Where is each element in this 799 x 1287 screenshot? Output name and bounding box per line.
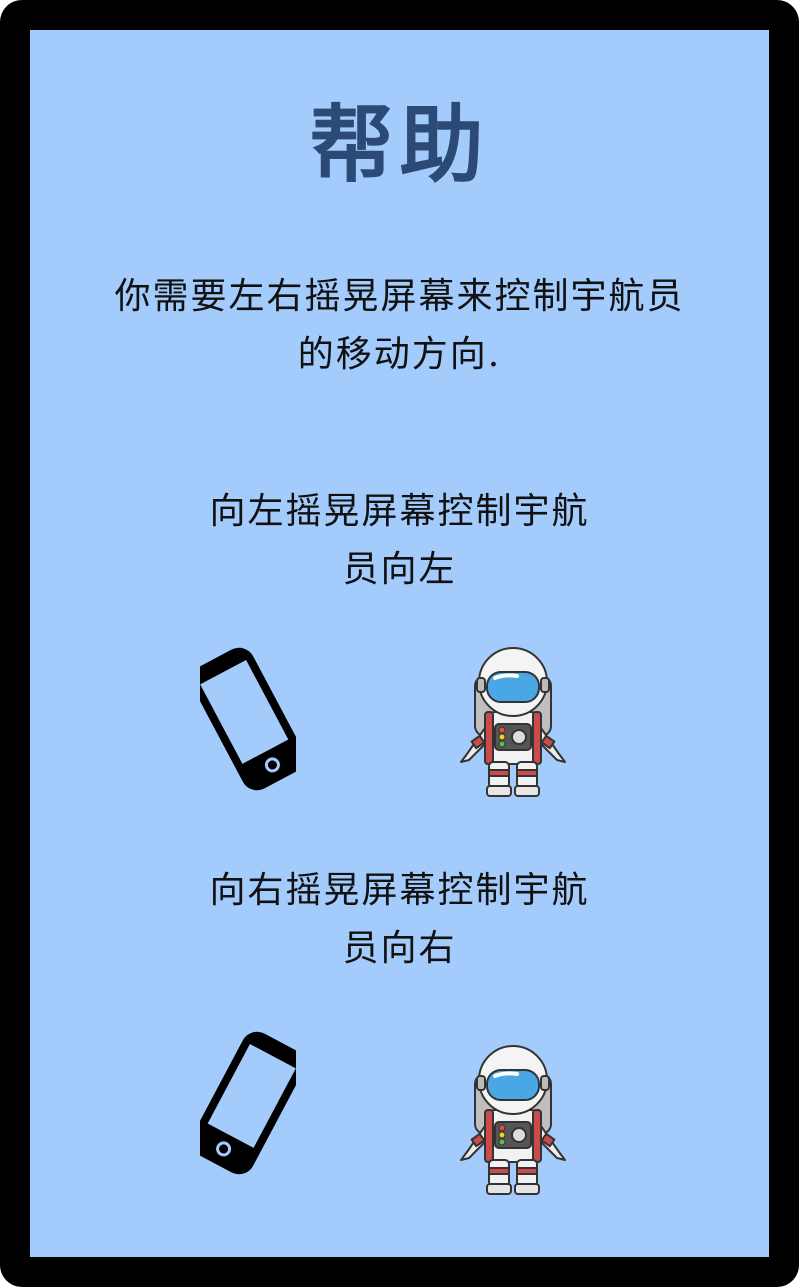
tilt-left-line-1: 向左摇晃屏幕控制宇航 (209, 491, 590, 532)
intro-text: 你需要左右摇晃屏幕来控制宇航员 的移动方向. (60, 268, 739, 384)
tilt-left-line-2: 员向左 (342, 549, 457, 590)
astronaut-left-icon (460, 647, 566, 797)
tilt-right-line-1: 向右摇晃屏幕控制宇航 (209, 870, 590, 911)
help-panel (30, 30, 769, 1257)
intro-line-2: 的移动方向. (297, 334, 502, 375)
tilt-right-caption: 向右摇晃屏幕控制宇航 员向右 (160, 862, 639, 978)
phone-tilt-left-icon (200, 647, 296, 791)
tilt-left-caption: 向左摇晃屏幕控制宇航 员向左 (160, 483, 639, 599)
astronaut-right-icon (460, 1045, 566, 1195)
page-title: 帮助 (309, 95, 490, 194)
phone-tilt-right-icon (200, 1031, 296, 1175)
tilt-right-line-2: 员向右 (342, 928, 457, 969)
intro-line-1: 你需要左右摇晃屏幕来控制宇航员 (114, 276, 685, 317)
